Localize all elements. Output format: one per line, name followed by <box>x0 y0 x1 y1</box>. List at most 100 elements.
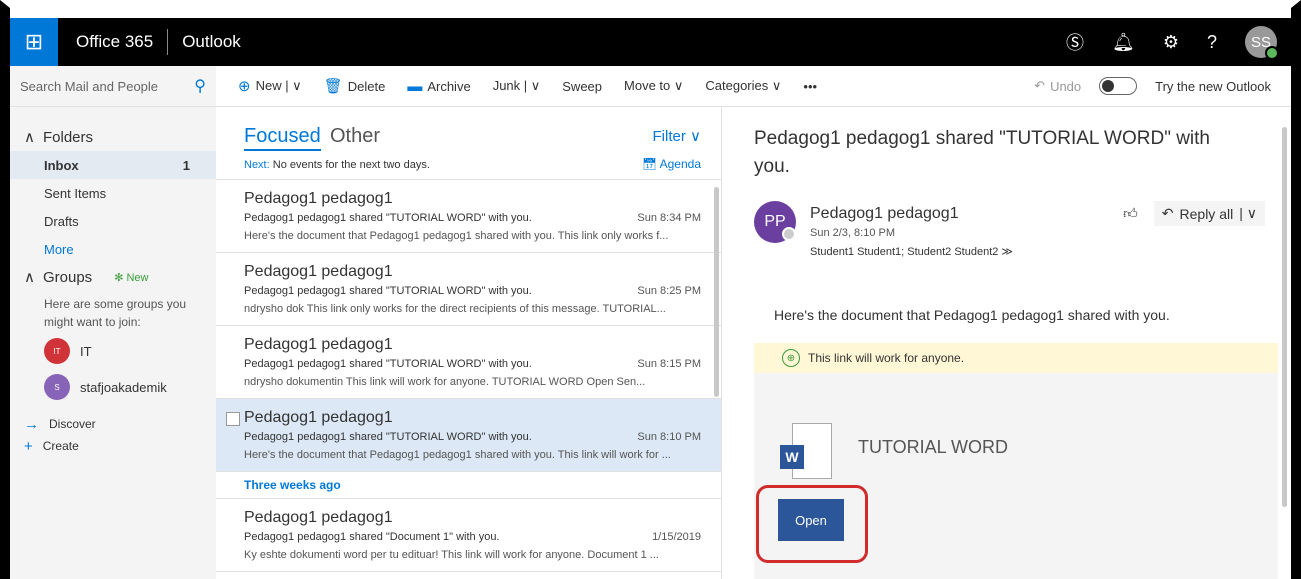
app-launcher-icon[interactable]: ⊞ <box>10 18 58 66</box>
group-it[interactable]: IT IT <box>10 335 216 367</box>
message-preview: Here's the document that Pedagog1 pedago… <box>244 230 669 242</box>
move-to-button[interactable]: Move to ∨ <box>624 78 683 94</box>
like-icon[interactable]: 👍︎ <box>1123 205 1138 222</box>
help-icon[interactable]: ? <box>1207 32 1217 53</box>
chevron-down-icon[interactable]: | ∨ <box>1239 205 1257 222</box>
top-right-icons: Ⓢ 🔔︎ ⚙ ? SS <box>1066 18 1279 66</box>
agenda-button[interactable]: 📅︎ Agenda <box>642 157 701 171</box>
sweep-label: Sweep <box>562 78 603 94</box>
sender-avatar[interactable]: PP <box>754 201 796 243</box>
discover-label: Discover <box>49 417 96 431</box>
folders-more-link[interactable]: More <box>10 235 216 263</box>
delete-button[interactable]: 🗑︎ Delete <box>324 77 386 95</box>
message-item[interactable]: Pedagog1 pedagog1 Pedagog1 pedagog1 shar… <box>216 253 721 326</box>
bell-icon[interactable]: 🔔︎ <box>1112 32 1135 53</box>
new-group-button[interactable]: ✻ New <box>114 271 148 284</box>
message-item[interactable]: Pedagog1 pedagog1 Pedagog1 pedagog1 shar… <box>216 180 721 253</box>
app-name[interactable]: Outlook <box>182 32 241 52</box>
agenda-label: Agenda <box>659 157 701 171</box>
reading-pane: Pedagog1 pedagog1 shared "TUTORIAL WORD"… <box>722 107 1291 579</box>
message-list-scrollbar[interactable] <box>714 187 719 397</box>
message-from: Pedagog1 pedagog1 <box>244 336 393 353</box>
new-label: New | ∨ <box>255 78 302 93</box>
tab-focused[interactable]: Focused <box>244 125 321 151</box>
groups-hint: Here are some groups you might want to j… <box>44 297 187 329</box>
search-icon[interactable]: ⚲ <box>194 76 206 96</box>
message-from: Pedagog1 pedagog1 <box>244 263 393 280</box>
message-from: Pedagog1 pedagog1 <box>244 409 393 426</box>
groups-label: Groups <box>42 268 93 286</box>
junk-button[interactable]: Junk | ∨ <box>493 78 541 94</box>
search-input[interactable]: Search Mail and People <box>20 79 158 94</box>
group-stafjoakademik[interactable]: Sstafjoakademik <box>10 371 216 403</box>
folder-label: Sent Items <box>44 185 107 201</box>
message-subject: Pedagog1 pedagog1 shared "TUTORIAL WORD"… <box>244 285 532 297</box>
message-date: Sun 8:15 PM <box>637 358 701 370</box>
discover-link[interactable]: → Discover <box>10 413 216 435</box>
message-item-selected[interactable]: Pedagog1 pedagog1 Pedagog1 pedagog1 shar… <box>216 399 721 472</box>
next-events: Next: No events for the next two days. <box>244 159 430 171</box>
reply-all-button[interactable]: ↶ Reply all | ∨ <box>1153 201 1265 226</box>
sweep-button[interactable]: Sweep <box>562 79 602 94</box>
unread-count: 1 <box>182 157 190 173</box>
divider <box>167 29 169 55</box>
link-banner: ⊕ This link will work for anyone. <box>754 343 1278 373</box>
shared-document-card: ⊕ This link will work for anyone. W TUTO… <box>754 343 1278 579</box>
presence-icon <box>1265 46 1279 60</box>
folder-drafts[interactable]: Drafts <box>10 207 216 235</box>
message-checkbox[interactable] <box>226 412 240 426</box>
create-link[interactable]: + Create <box>10 435 216 457</box>
group-name: IT <box>80 343 92 359</box>
banner-text: This link will work for anyone. <box>808 351 965 365</box>
folder-label: Drafts <box>44 213 79 229</box>
message-date: 1/15/2019 <box>652 531 701 543</box>
message-date: Sun 8:34 PM <box>637 212 701 224</box>
reading-pane-scrollbar[interactable] <box>1282 127 1287 507</box>
create-label: Create <box>42 439 79 453</box>
folder-inbox[interactable]: Inbox 1 <box>10 151 216 179</box>
more-button[interactable]: ••• <box>803 79 817 94</box>
folders-header[interactable]: ∧ Folders <box>10 123 216 151</box>
message-list: Focused Other Filter ∨ Next: No events f… <box>216 107 722 579</box>
gear-icon[interactable]: ⚙ <box>1163 32 1179 53</box>
command-bar: Search Mail and People ⚲ ⊕ New | ∨ 🗑︎ Dele… <box>10 66 1291 107</box>
message-item[interactable]: Pedagog1 pedagog1 Pedagog1 pedagog1 shar… <box>216 499 721 572</box>
message-preview: Ky eshte dokumenti word per tu edituar! … <box>244 549 659 561</box>
message-subject: Pedagog1 pedagog1 shared "Document 1" wi… <box>244 531 500 543</box>
group-name: stafjoakademik <box>80 379 167 395</box>
message-subject: Pedagog1 pedagog1 shared "TUTORIAL WORD"… <box>244 212 532 224</box>
user-avatar[interactable]: SS <box>1245 26 1279 60</box>
date-separator: Three weeks ago <box>216 472 721 499</box>
message-item[interactable]: Pedagog1 pedagog1 Pedagog1 pedagog1 shar… <box>216 326 721 399</box>
recipients[interactable]: Student1 Student1; Student2 Student2 ≫ <box>810 245 1013 258</box>
message-from: Pedagog1 pedagog1 <box>244 190 393 207</box>
command-bar-right: ↶ Undo Try the new Outlook <box>1034 77 1271 95</box>
chevron-up-icon: ∧ <box>24 269 35 286</box>
archive-button[interactable]: ▬ Archive <box>407 78 470 95</box>
message-preview: ndrysho dokumentin This link will work f… <box>244 376 646 388</box>
delete-label: Delete <box>347 78 386 94</box>
brand-name[interactable]: Office 365 <box>76 32 153 52</box>
reply-all-label: Reply all <box>1179 205 1234 222</box>
tab-other[interactable]: Other <box>330 125 380 148</box>
skype-icon[interactable]: Ⓢ <box>1066 29 1084 55</box>
groups-header[interactable]: ∧ Groups ✻ New <box>10 263 216 291</box>
arrow-right-icon: → <box>24 415 39 433</box>
undo-button[interactable]: ↶ Undo <box>1034 78 1081 94</box>
search-box[interactable]: Search Mail and People ⚲ <box>10 66 216 106</box>
new-button[interactable]: ⊕ New | ∨ <box>238 77 302 95</box>
filter-button[interactable]: Filter ∨ <box>653 127 701 145</box>
folder-pane: ∧ Folders Inbox 1 Sent Items Drafts More ∧… <box>10 107 216 579</box>
email-actions: 👍︎ ↶ Reply all | ∨ <box>1123 201 1265 226</box>
sender-name[interactable]: Pedagog1 pedagog1 <box>810 205 959 223</box>
word-document-icon[interactable]: W <box>780 423 832 479</box>
message-date: Sun 8:25 PM <box>637 285 701 297</box>
categories-button[interactable]: Categories ∨ <box>705 78 781 94</box>
document-name[interactable]: TUTORIAL WORD <box>858 437 1008 458</box>
message-preview: ndrysho dok This link only works for the… <box>244 303 666 315</box>
message-subject: Pedagog1 pedagog1 shared "TUTORIAL WORD"… <box>244 431 532 443</box>
new-outlook-toggle[interactable] <box>1099 77 1138 95</box>
open-button[interactable]: Open <box>778 499 844 541</box>
folder-sent-items[interactable]: Sent Items <box>10 179 216 207</box>
group-avatar: IT <box>44 338 70 364</box>
